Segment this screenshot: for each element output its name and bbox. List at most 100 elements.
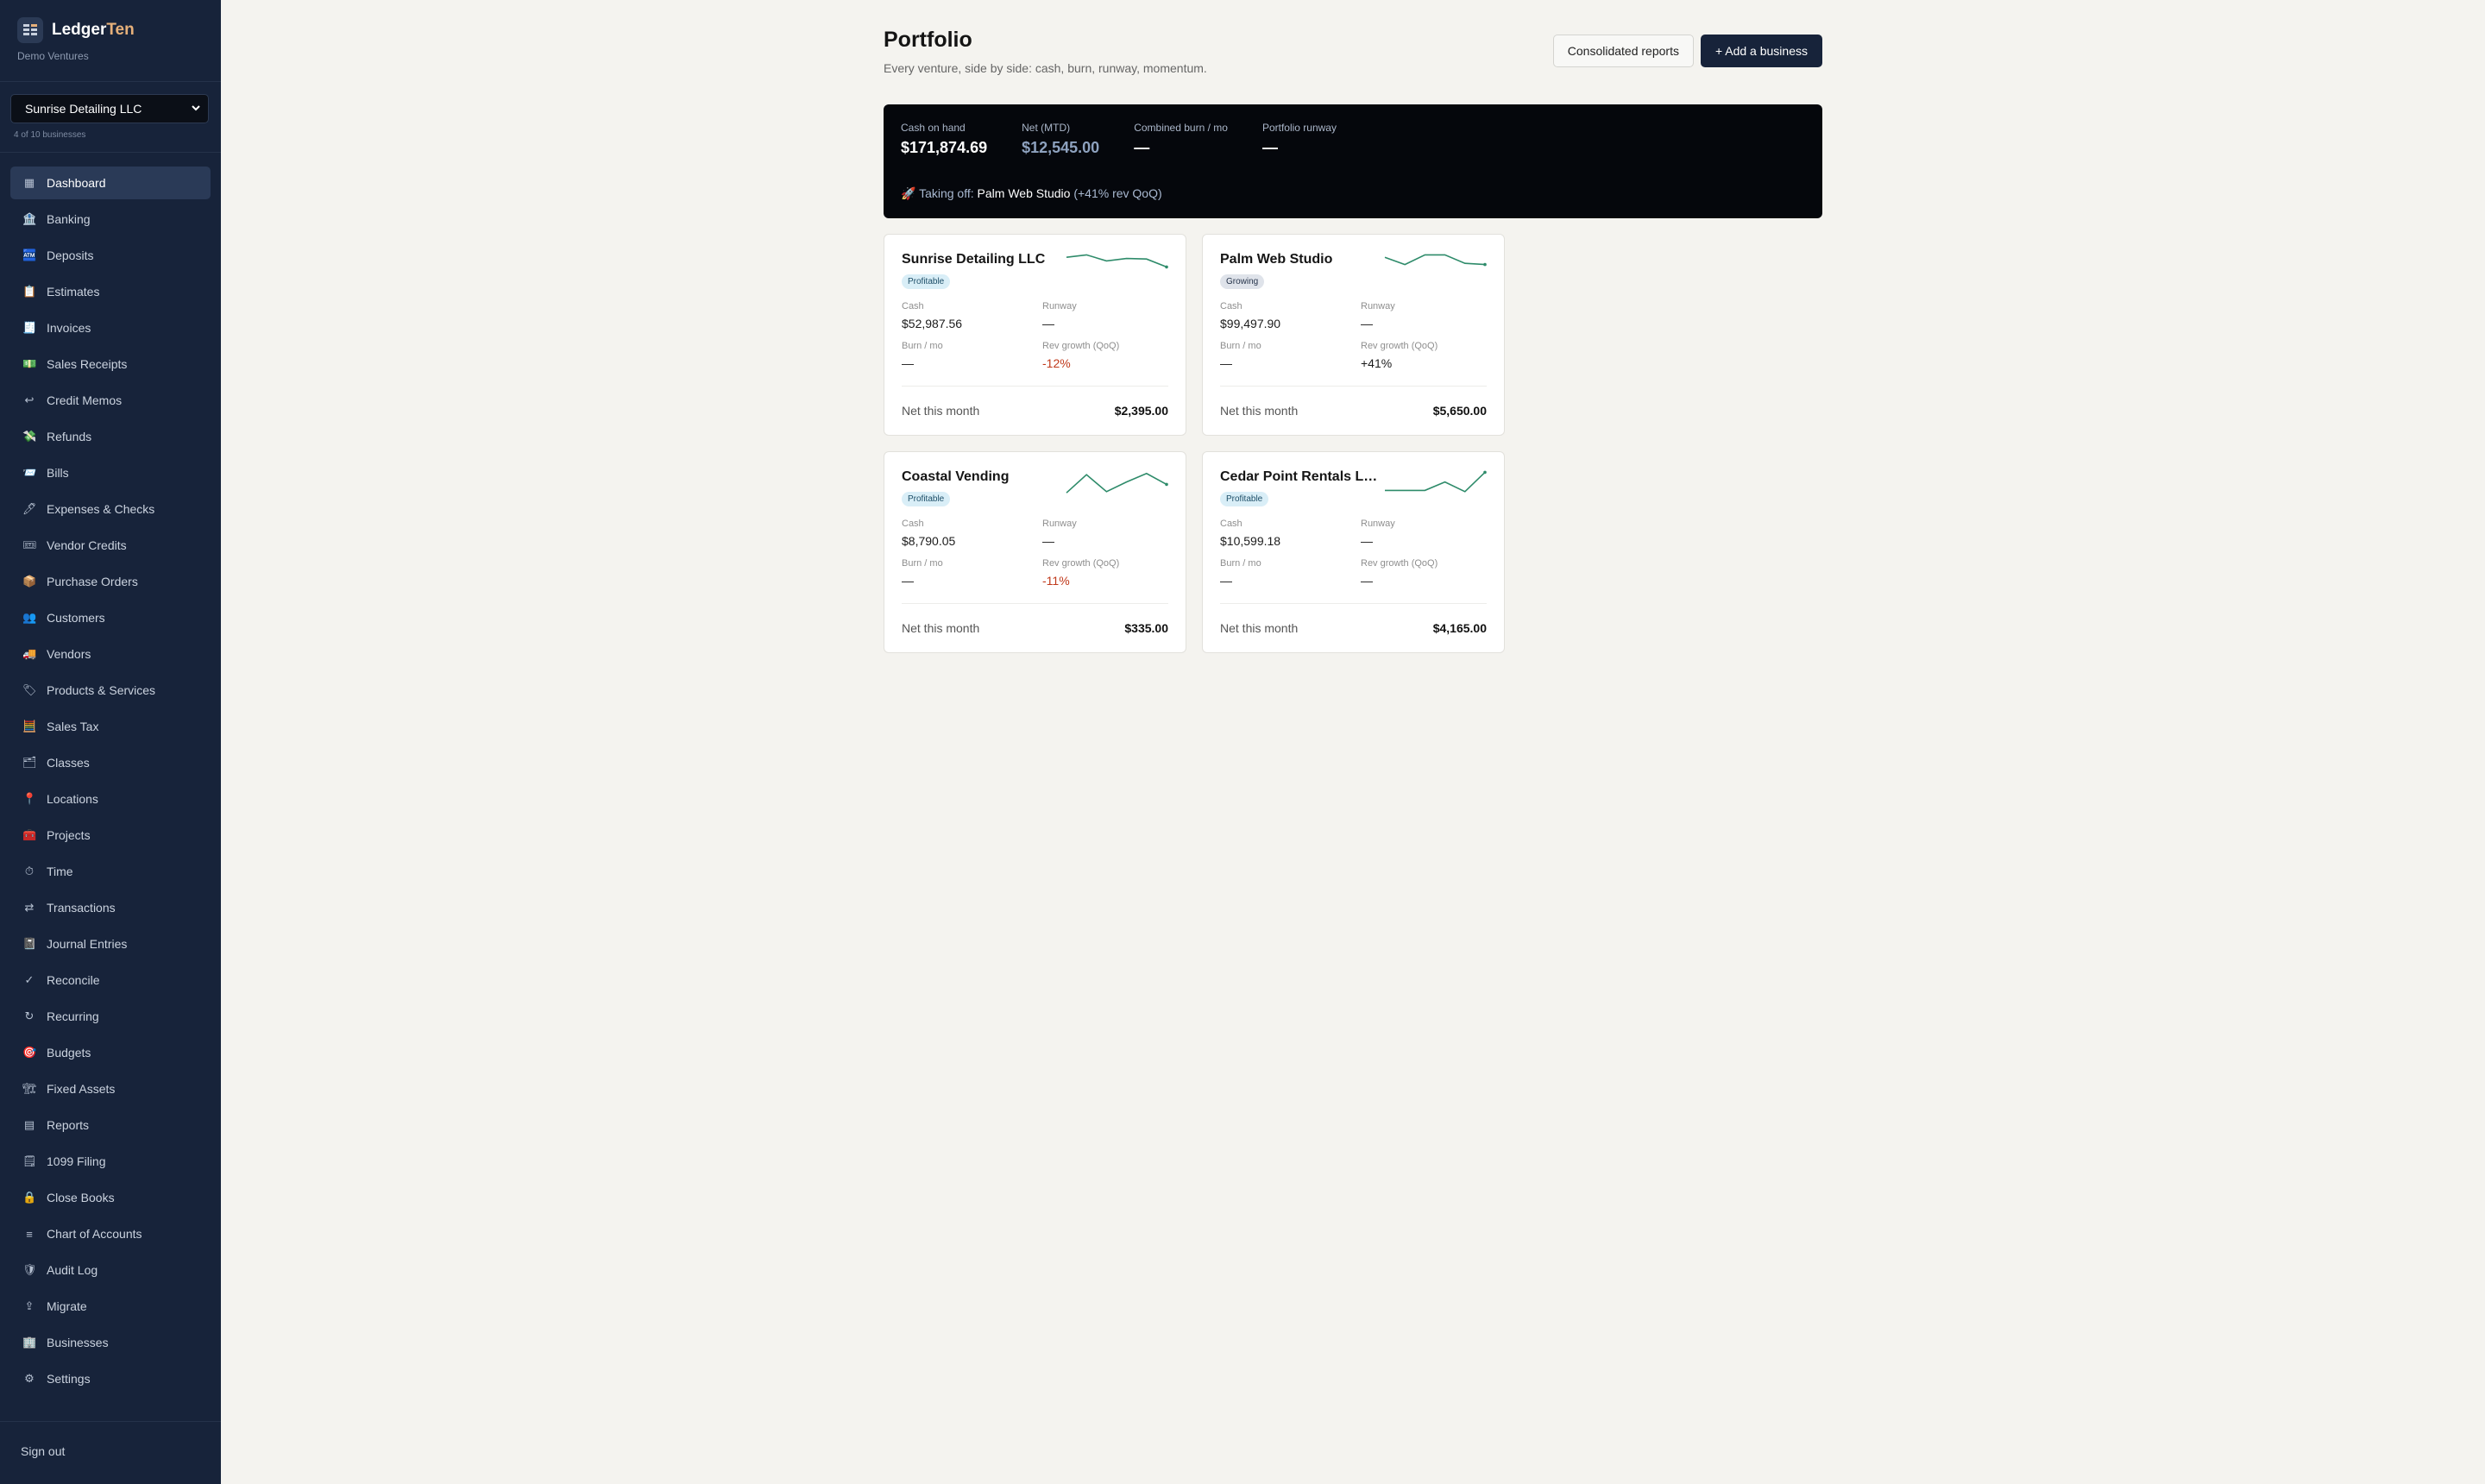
sidebar-item-label: Customers (47, 611, 105, 625)
business-card[interactable]: Sunrise Detailing LLC Profitable Cash $5… (884, 234, 1186, 436)
sidebar-item-dashboard[interactable]: ▦ Dashboard (10, 167, 211, 199)
metric-label: Net (MTD) (1022, 122, 1071, 134)
sidebar-footer: Sign out (0, 1421, 221, 1484)
stat-burn: Burn / mo — (902, 558, 1042, 588)
sidebar-item-transactions[interactable]: ⇄ Transactions (10, 891, 211, 924)
sidebar-item-credit-memos[interactable]: ↩ Credit Memos (10, 384, 211, 417)
sidebar-item-audit-log[interactable]: 🛡 Audit Log (10, 1254, 211, 1286)
business-card[interactable]: Palm Web Studio Growing Cash $99,497.90 … (1202, 234, 1505, 436)
sidebar-item-time[interactable]: ⏱ Time (10, 855, 211, 888)
net-this-month-value: $335.00 (1124, 621, 1168, 635)
repeat-icon: ↻ (24, 1009, 35, 1022)
toolbox-icon: 🧰 (22, 828, 37, 841)
taking-off-label: 🚀 Taking off: (901, 186, 974, 200)
gear-icon: ⚙ (24, 1372, 35, 1385)
brand-row[interactable]: LedgerTen (17, 17, 204, 43)
sidebar-item-banking[interactable]: 🏦 Banking (10, 203, 211, 236)
sidebar-item-bills[interactable]: 📨 Bills (10, 456, 211, 489)
business-name[interactable]: Palm Web Studio (1220, 252, 1332, 267)
document-icon: 🗒 (22, 1154, 37, 1167)
stat-rev-growth: Rev growth (QoQ) -11% (1042, 558, 1172, 588)
sidebar-item-projects[interactable]: 🧰 Projects (10, 819, 211, 852)
card-stats: Cash $99,497.90 Runway — Burn / mo — Rev… (1220, 301, 1487, 370)
sidebar-item-label: Banking (47, 212, 91, 226)
stat-value: — (1361, 317, 1373, 330)
stat-label: Runway (1361, 519, 1395, 529)
sidebar-item-sales-tax[interactable]: 🧮 Sales Tax (10, 710, 211, 743)
tag-icon: 🏷 (22, 683, 37, 696)
sidebar-item-fixed-assets[interactable]: 🏗 Fixed Assets (10, 1072, 211, 1105)
sidebar-item-estimates[interactable]: 📋 Estimates (10, 275, 211, 308)
chevron-down-icon (191, 102, 201, 116)
metric-value: $171,874.69 (901, 139, 988, 156)
sidebar-item-migrate[interactable]: ⇪ Migrate (10, 1290, 211, 1323)
metric-label: Portfolio runway (1261, 122, 1337, 134)
stat-value: $99,497.90 (1220, 317, 1281, 330)
business-select[interactable]: Sunrise Detailing LLC (10, 94, 209, 123)
business-card[interactable]: Cedar Point Rentals LLC Profitable Cash … (1202, 451, 1505, 653)
sidebar-item-1099-filing[interactable]: 🗒 1099 Filing (10, 1145, 211, 1178)
sidebar-item-chart-of-accounts[interactable]: ≡ Chart of Accounts (10, 1217, 211, 1250)
sidebar-item-locations[interactable]: 📍 Locations (10, 783, 211, 815)
sidebar-item-budgets[interactable]: 🎯 Budgets (10, 1036, 211, 1069)
business-select-value: Sunrise Detailing LLC (25, 102, 142, 116)
sidebar-item-deposits[interactable]: 🏧 Deposits (10, 239, 211, 272)
metric-combined-burn: Combined burn / mo — (1134, 122, 1228, 157)
header-actions: Consolidated reports + Add a business (1552, 35, 1822, 67)
sidebar-item-vendors[interactable]: 🚚 Vendors (10, 638, 211, 670)
brand-name-accent: Ten (106, 21, 135, 39)
sidebar-item-label: Recurring (47, 1009, 99, 1023)
sidebar-item-label: Transactions (47, 901, 116, 915)
card-title-block: Cedar Point Rentals LLC Profitable (1220, 469, 1380, 506)
revenue-sparkline (1066, 254, 1168, 269)
sidebar-item-businesses[interactable]: 🏢 Businesses (10, 1326, 211, 1359)
stat-value: — (1361, 574, 1373, 588)
card-header: Sunrise Detailing LLC Profitable (902, 252, 1168, 289)
business-name[interactable]: Sunrise Detailing LLC (902, 252, 1045, 267)
sidebar-item-purchase-orders[interactable]: 📦 Purchase Orders (10, 565, 211, 598)
money-wings-icon: 💸 (22, 430, 37, 443)
sidebar-item-vendor-credits[interactable]: 🎟 Vendor Credits (10, 529, 211, 562)
card-header: Cedar Point Rentals LLC Profitable (1220, 469, 1487, 506)
sidebar-item-settings[interactable]: ⚙ Settings (10, 1362, 211, 1395)
status-badge: Profitable (902, 274, 951, 289)
sidebar-item-reports[interactable]: ▤ Reports (10, 1109, 211, 1141)
sidebar-item-recurring[interactable]: ↻ Recurring (10, 1000, 211, 1033)
sidebar-item-reconcile[interactable]: ✓ Reconcile (10, 964, 211, 997)
sidebar-item-label: Journal Entries (47, 937, 128, 951)
business-card[interactable]: Coastal Vending Profitable Cash $8,790.0… (884, 451, 1186, 653)
stat-label: Rev growth (QoQ) (1042, 558, 1120, 569)
sidebar-item-refunds[interactable]: 💸 Refunds (10, 420, 211, 453)
metric-value: — (1261, 139, 1278, 156)
folder-icon: 🗂 (22, 756, 37, 769)
sidebar-item-classes[interactable]: 🗂 Classes (10, 746, 211, 779)
sparkline-line (1066, 254, 1167, 268)
stat-value: $10,599.18 (1220, 534, 1281, 548)
sidebar-item-sales-receipts[interactable]: 💵 Sales Receipts (10, 348, 211, 380)
sidebar-item-journal-entries[interactable]: 📓 Journal Entries (10, 928, 211, 960)
add-business-button[interactable]: + Add a business (1700, 35, 1822, 67)
ledger-logo-icon (17, 17, 43, 43)
sign-out-link[interactable]: Sign out (21, 1444, 200, 1458)
sidebar-item-customers[interactable]: 👥 Customers (10, 601, 211, 634)
card-stats: Cash $52,987.56 Runway — Burn / mo — Rev… (902, 301, 1168, 370)
organization-name: Demo Ventures (17, 50, 89, 62)
sparkline-line (1384, 254, 1486, 266)
sparkline-line (1066, 472, 1167, 494)
consolidated-reports-button[interactable]: Consolidated reports (1552, 35, 1694, 67)
sidebar-item-label: Classes (47, 756, 90, 770)
sidebar-item-expenses-checks[interactable]: 🖊 Expenses & Checks (10, 493, 211, 525)
taking-off-business[interactable]: Palm Web Studio (978, 186, 1071, 200)
sidebar-item-label: Sales Receipts (47, 357, 128, 371)
business-name[interactable]: Coastal Vending (902, 469, 1009, 485)
business-name[interactable]: Cedar Point Rentals LLC (1220, 469, 1380, 485)
stat-label: Runway (1042, 301, 1077, 311)
status-badge: Profitable (902, 492, 951, 506)
stat-label: Cash (902, 519, 924, 529)
check-icon: ✓ (24, 973, 35, 986)
sidebar-item-invoices[interactable]: 🧾 Invoices (10, 311, 211, 344)
card-footer: Net this month $335.00 (902, 603, 1168, 635)
sidebar-item-close-books[interactable]: 🔒 Close Books (10, 1181, 211, 1214)
sidebar-item-products-services[interactable]: 🏷 Products & Services (10, 674, 211, 707)
sidebar-item-label: Sales Tax (47, 720, 99, 733)
